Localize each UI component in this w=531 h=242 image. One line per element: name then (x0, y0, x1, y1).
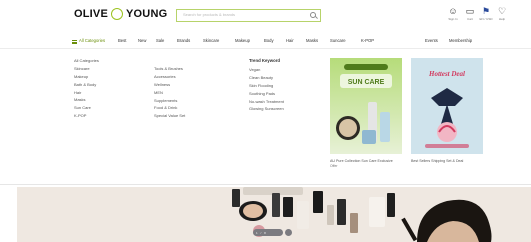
nav-membership[interactable]: Membership (449, 38, 472, 43)
cart-button[interactable]: ▭ Cart (463, 6, 477, 24)
menu-item[interactable]: Wellness (154, 82, 185, 90)
menu-item[interactable]: Vegan (249, 67, 284, 75)
menu-item[interactable]: K-POP (74, 113, 99, 121)
menu-item[interactable]: Clean Beauty (249, 75, 284, 83)
nav-suncare[interactable]: Suncare (330, 38, 346, 43)
sign-in-label: Sign In (448, 17, 458, 21)
menu-item[interactable]: MEN (154, 90, 185, 98)
menu-item[interactable]: Makeup (74, 74, 99, 82)
language-currency-button[interactable]: ⚑ EN / USD (479, 6, 493, 24)
promo-card-suncare[interactable]: SUN CARE AU Pure Collection Sun Care Exc… (330, 58, 402, 168)
nav-hair[interactable]: Hair (286, 38, 294, 43)
carousel-page-indicator: 1 / 8 (256, 231, 267, 235)
menu-item[interactable]: Sun Care (74, 105, 99, 113)
menu-item[interactable]: Hair (74, 90, 99, 98)
nav-best[interactable]: Best (118, 38, 126, 43)
menu-item[interactable]: Masks (74, 97, 99, 105)
nav-skincare[interactable]: Skincare (203, 38, 219, 43)
cart-label: Cart (467, 17, 473, 21)
promo-badge-text: Hottest Deal (428, 70, 465, 78)
menu-item[interactable]: Accessories (154, 74, 185, 82)
menu-item[interactable]: Special Value Set (154, 113, 185, 121)
promo-badge-text: SUN CARE (348, 79, 385, 86)
carousel-pager[interactable]: 1 / 8 (253, 229, 283, 236)
nav-events[interactable]: Events (425, 38, 438, 43)
carousel-pause-button[interactable] (285, 229, 292, 236)
promo-caption: AU Pure Collection Sun Care Exclusive (330, 159, 393, 163)
menu-item[interactable]: Glowing Sunscreen (249, 106, 284, 114)
menu-item[interactable]: All Categories (74, 58, 99, 66)
language-currency-label: EN / USD (479, 17, 493, 21)
nav-kpop[interactable]: K-POP (361, 38, 374, 43)
menu-item[interactable]: Bath & Body (74, 82, 99, 90)
menu-item[interactable]: Skincare (74, 66, 99, 74)
menu-icon[interactable] (72, 40, 77, 44)
category-nav: All Categories Best New Sale Brands Skin… (0, 36, 531, 48)
nav-new[interactable]: New (138, 38, 146, 43)
hero-carousel-controls: 1 / 8 (253, 229, 292, 236)
search-box[interactable]: Search for products & brands (176, 9, 321, 22)
menu-item[interactable]: Tools & Brushes (154, 66, 185, 74)
trend-keyword-heading: Trend Keyword (249, 58, 281, 63)
bag-icon: ▭ (465, 6, 475, 16)
nav-body[interactable]: Body (264, 38, 274, 43)
help-icon: ♡ (497, 6, 507, 16)
nav-divider (0, 48, 531, 49)
search-input[interactable]: Search for products & brands (183, 12, 235, 17)
menu-column-categories: All Categories Skincare Makeup Bath & Bo… (74, 58, 99, 121)
nav-makeup[interactable]: Makeup (235, 38, 250, 43)
logo-text-young: YOUNG (126, 8, 168, 20)
promo-caption: Best Sellers Shipping Set & Deal (411, 159, 464, 163)
menu-item[interactable]: Soothing Pads (249, 91, 284, 99)
logo-text-olive: OLIVE (74, 8, 109, 20)
menu-item[interactable]: No-wash Treatment (249, 99, 284, 107)
help-button[interactable]: ♡ Help (495, 6, 509, 24)
nav-all-categories[interactable]: All Categories (79, 38, 105, 43)
section-divider (0, 184, 531, 185)
menu-item[interactable]: Skin Flooding (249, 83, 284, 91)
logo-mark-icon (111, 8, 124, 20)
help-label: Help (498, 17, 506, 21)
menu-item[interactable]: Supplements (154, 98, 185, 106)
nav-masks[interactable]: Masks (306, 38, 318, 43)
nav-brands[interactable]: Brands (177, 38, 190, 43)
flag-icon: ⚑ (481, 6, 491, 16)
user-icon: ☺ (448, 6, 458, 16)
site-header: OLIVE YOUNG Search for products & brands… (0, 0, 531, 32)
sign-in-button[interactable]: ☺ Sign In (446, 6, 460, 24)
logo[interactable]: OLIVE YOUNG (74, 8, 167, 20)
menu-item[interactable]: Food & Drink (154, 105, 185, 113)
promo-deal-image: Hottest Deal (411, 58, 483, 154)
nav-sale[interactable]: Sale (156, 38, 164, 43)
search-icon[interactable] (310, 12, 316, 18)
menu-column-more: Tools & Brushes Accessories Wellness MEN… (154, 66, 185, 121)
promo-caption-sub: Offer (330, 164, 338, 168)
promo-suncare-image: SUN CARE (330, 58, 402, 154)
menu-column-trend: Trend Keyword Vegan Clean Beauty Skin Fl… (249, 58, 284, 114)
promo-card-deal[interactable]: Hottest Deal Best Sellers Shipping Set &… (411, 58, 483, 163)
